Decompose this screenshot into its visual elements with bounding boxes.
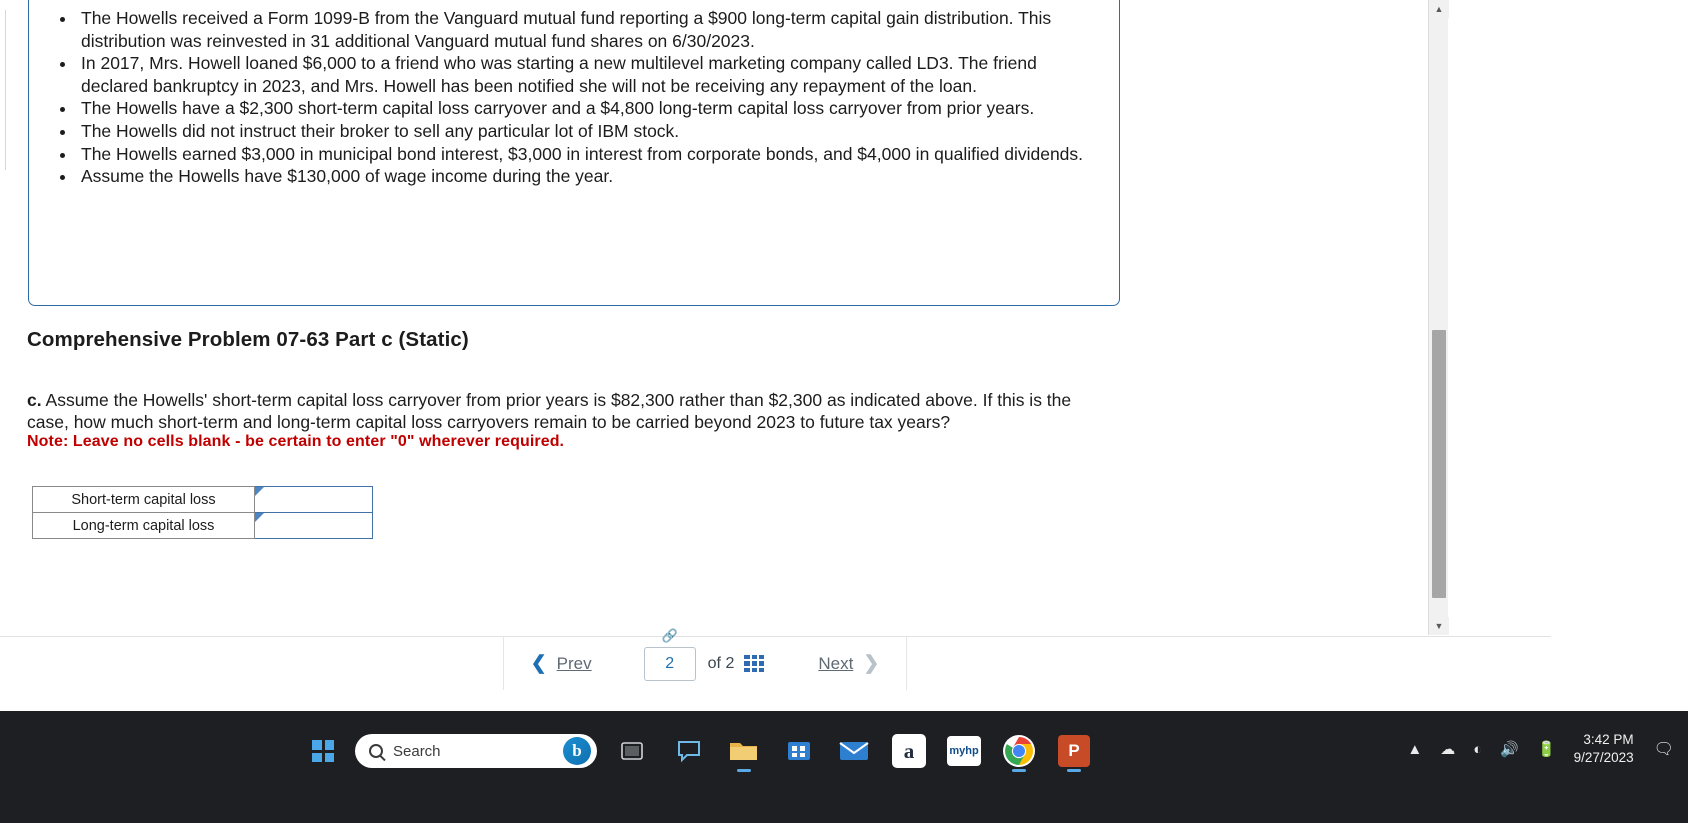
short-term-capital-loss-input[interactable] bbox=[255, 487, 372, 512]
mail-button[interactable] bbox=[831, 728, 877, 774]
running-indicator bbox=[737, 769, 751, 772]
grid-view-icon[interactable] bbox=[744, 655, 764, 672]
clock[interactable]: 3:42 PM 9/27/2023 bbox=[1574, 731, 1634, 767]
scroll-up-arrow-icon[interactable]: ▲ bbox=[1429, 0, 1449, 18]
row-label: Short-term capital loss bbox=[33, 487, 255, 513]
of-word: of bbox=[708, 655, 721, 672]
facts-list: The Howells received a Form 1099-B from … bbox=[29, 0, 1119, 188]
fact-item: The Howells received a Form 1099-B from … bbox=[77, 7, 1095, 52]
page-title: Comprehensive Problem 07-63 Part c (Stat… bbox=[27, 328, 469, 352]
chevron-left-icon: ❮ bbox=[531, 652, 547, 675]
next-label: Next bbox=[818, 654, 853, 674]
pager-controls: ❮ Prev 🔗 2 of 2 Next ❯ bbox=[503, 637, 907, 690]
scrollbar-thumb[interactable] bbox=[1432, 330, 1446, 598]
task-view-button[interactable] bbox=[611, 728, 657, 774]
instruction-note: Note: Leave no cells blank - be certain … bbox=[27, 433, 564, 451]
clock-date: 9/27/2023 bbox=[1574, 749, 1634, 767]
question-body: Assume the Howells' short-term capital l… bbox=[27, 390, 1071, 432]
table-row: Short-term capital loss bbox=[33, 487, 373, 513]
search-input[interactable]: Search b bbox=[355, 734, 597, 768]
notifications-icon[interactable]: 🗨 bbox=[1654, 739, 1674, 759]
powerpoint-button[interactable]: P bbox=[1051, 728, 1097, 774]
answer-table: Short-term capital loss Long-term capita… bbox=[32, 486, 373, 539]
page-number-input[interactable]: 🔗 2 bbox=[644, 647, 696, 681]
next-button[interactable]: Next ❯ bbox=[818, 652, 879, 675]
cloud-icon[interactable]: ☁ bbox=[1440, 740, 1455, 758]
amazon-button[interactable]: a bbox=[886, 728, 932, 774]
show-hidden-icons-chevron-icon[interactable]: ▲ bbox=[1407, 741, 1422, 758]
folder-icon bbox=[729, 739, 759, 763]
link-icon: 🔗 bbox=[645, 628, 695, 644]
chevron-right-icon: ❯ bbox=[863, 652, 879, 675]
total-pages: 2 bbox=[725, 655, 734, 672]
prev-label: Prev bbox=[557, 654, 592, 674]
system-tray: ▲ ☁ ◐ 🔊 🔋 3:42 PM 9/27/2023 🗨 bbox=[1407, 731, 1674, 767]
chat-bubble-icon bbox=[676, 739, 702, 763]
wifi-icon[interactable]: ◐ bbox=[1473, 741, 1482, 758]
hp-label: myhp bbox=[949, 745, 978, 757]
windows-logo-icon bbox=[312, 740, 334, 762]
start-button[interactable] bbox=[300, 728, 346, 774]
row-label: Long-term capital loss bbox=[33, 513, 255, 539]
long-term-capital-loss-input[interactable] bbox=[255, 513, 372, 538]
file-explorer-button[interactable] bbox=[721, 728, 767, 774]
powerpoint-letter: P bbox=[1068, 741, 1079, 761]
fact-item: The Howells did not instruct their broke… bbox=[77, 120, 1095, 143]
widgets-button[interactable] bbox=[666, 728, 712, 774]
fact-item: Assume the Howells have $130,000 of wage… bbox=[77, 165, 1095, 188]
windows-taskbar: Search b bbox=[0, 711, 1688, 823]
table-row: Long-term capital loss bbox=[33, 513, 373, 539]
task-view-icon bbox=[621, 740, 647, 762]
taskbar-center-group: Search b bbox=[300, 728, 1106, 774]
long-term-capital-loss-cell[interactable] bbox=[255, 513, 373, 539]
fact-item: The Howells have a $2,300 short-term cap… bbox=[77, 97, 1095, 120]
vertical-scrollbar[interactable]: ▲ ▼ bbox=[1428, 0, 1448, 635]
pagination-bar: ❮ Prev 🔗 2 of 2 Next ❯ bbox=[0, 636, 1551, 690]
clock-time: 3:42 PM bbox=[1574, 731, 1634, 749]
fact-item: The Howells earned $3,000 in municipal b… bbox=[77, 143, 1095, 166]
amazon-letter: a bbox=[904, 739, 915, 764]
of-label: of 2 bbox=[708, 655, 735, 673]
scroll-down-arrow-icon[interactable]: ▼ bbox=[1429, 617, 1449, 635]
question-part-label: c. bbox=[27, 390, 42, 410]
search-placeholder: Search bbox=[393, 743, 441, 760]
microsoft-store-button[interactable] bbox=[776, 728, 822, 774]
store-icon bbox=[786, 739, 812, 763]
battery-icon[interactable]: 🔋 bbox=[1537, 740, 1556, 758]
problem-facts-card: The Howells received a Form 1099-B from … bbox=[28, 0, 1120, 306]
running-indicator bbox=[1067, 769, 1081, 772]
prev-button[interactable]: ❮ Prev bbox=[531, 652, 592, 675]
left-gutter-divider bbox=[0, 10, 6, 170]
running-indicator bbox=[1012, 769, 1026, 772]
page-content: The Howells received a Form 1099-B from … bbox=[0, 0, 1551, 690]
mail-icon bbox=[839, 740, 869, 762]
short-term-capital-loss-cell[interactable] bbox=[255, 487, 373, 513]
hp-button[interactable]: myhp bbox=[941, 728, 987, 774]
search-icon bbox=[369, 744, 383, 758]
question-text: c. Assume the Howells' short-term capita… bbox=[27, 390, 1102, 433]
fact-item: In 2017, Mrs. Howell loaned $6,000 to a … bbox=[77, 52, 1095, 97]
cell-marker-icon bbox=[255, 487, 264, 496]
volume-icon[interactable]: 🔊 bbox=[1500, 740, 1519, 758]
bing-icon[interactable]: b bbox=[563, 737, 591, 765]
current-page-value: 2 bbox=[665, 655, 674, 673]
chrome-icon bbox=[1002, 734, 1036, 768]
chrome-button[interactable] bbox=[996, 728, 1042, 774]
cell-marker-icon bbox=[255, 513, 264, 522]
